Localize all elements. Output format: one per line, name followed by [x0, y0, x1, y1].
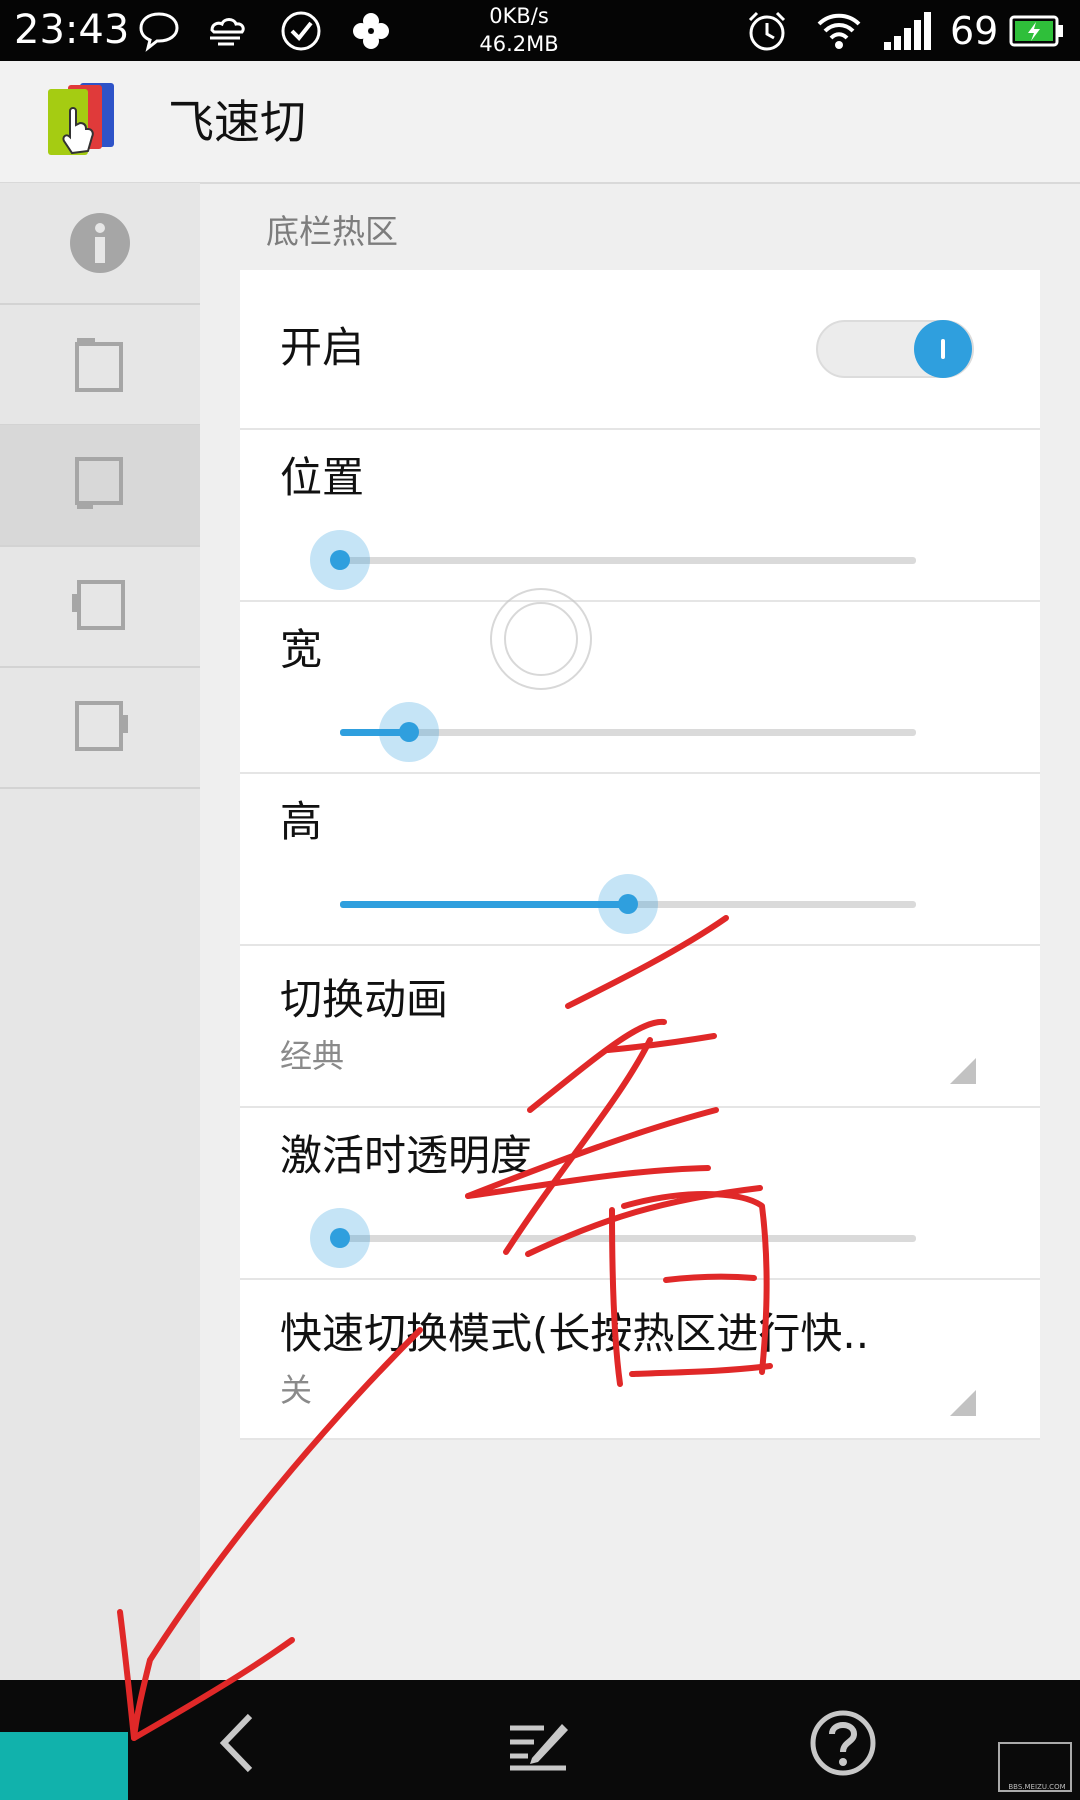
- width-slider[interactable]: [340, 692, 916, 772]
- navigation-bar: BBS.MEIZU.COM: [0, 1680, 1080, 1800]
- check-circle-icon: [281, 11, 321, 51]
- sidebar-item-left-zone[interactable]: [0, 546, 200, 668]
- opacity-label: 激活时透明度: [280, 1131, 533, 1180]
- battery-charging-icon: [1009, 15, 1063, 47]
- position-label: 位置: [280, 453, 365, 502]
- opacity-row: 激活时透明度: [240, 1108, 1040, 1280]
- hotzone-bottom-icon: [75, 457, 123, 509]
- dropdown-corner-icon: [950, 1058, 976, 1084]
- sidebar-item-info[interactable]: [0, 183, 200, 305]
- height-label: 高: [280, 797, 323, 846]
- help-icon[interactable]: [808, 1708, 878, 1778]
- quick-mode-value: 关: [280, 1371, 313, 1409]
- toggle-knob: [914, 320, 972, 378]
- chat-icon: [139, 12, 179, 52]
- app-title: 飞速切: [168, 95, 306, 149]
- status-bar: 23:43 0KB/s 46.2MB 69: [0, 0, 1080, 61]
- watermark-text: BBS.MEIZU.COM: [1008, 1783, 1066, 1791]
- watermark: BBS.MEIZU.COM: [998, 1742, 1072, 1792]
- network-speed: 0KB/s 46.2MB: [474, 2, 564, 58]
- clover-icon: [353, 13, 389, 49]
- position-slider[interactable]: [310, 520, 916, 600]
- status-time: 23:43: [14, 7, 130, 53]
- width-row: 宽: [240, 602, 1040, 774]
- height-slider[interactable]: [340, 864, 916, 944]
- slider-thumb[interactable]: [618, 894, 638, 914]
- hotzone-overlay[interactable]: [0, 1732, 128, 1800]
- hotzone-left-icon: [72, 580, 125, 630]
- net-speed: 0KB/s: [489, 4, 549, 28]
- sidebar: [0, 183, 200, 1680]
- sidebar-item-right-zone[interactable]: [0, 667, 200, 789]
- dropdown-corner-icon: [950, 1390, 976, 1416]
- height-row: 高: [240, 774, 1040, 946]
- section-title: 底栏热区: [266, 212, 398, 251]
- sidebar-item-bottom-zone[interactable]: [0, 425, 200, 547]
- alarm-icon: [748, 11, 786, 51]
- back-icon[interactable]: [204, 1708, 274, 1778]
- position-row: 位置: [240, 430, 1040, 602]
- animation-value: 经典: [280, 1037, 345, 1075]
- enable-row[interactable]: 开启: [240, 270, 1040, 430]
- animation-label: 切换动画: [280, 975, 449, 1024]
- sidebar-item-top-zone[interactable]: [0, 304, 200, 426]
- signal-icon: [884, 12, 931, 50]
- enable-label: 开启: [280, 323, 365, 372]
- cloud-icon: [210, 18, 245, 46]
- quick-mode-row[interactable]: 快速切换模式(长按热区进行快.. 关: [240, 1280, 1040, 1440]
- app-logo-icon: [48, 83, 114, 155]
- wifi-icon: [817, 13, 861, 49]
- app-bar: 飞速切: [0, 61, 1080, 184]
- animation-row[interactable]: 切换动画 经典: [240, 946, 1040, 1108]
- slider-thumb[interactable]: [399, 722, 420, 742]
- hotzone-top-icon: [75, 338, 123, 392]
- width-label: 宽: [280, 625, 323, 674]
- battery-level: 69: [950, 9, 999, 53]
- slider-thumb[interactable]: [330, 550, 350, 570]
- net-total: 46.2MB: [479, 32, 559, 56]
- enable-toggle[interactable]: [816, 320, 974, 378]
- quick-mode-label: 快速切换模式(长按热区进行快..: [280, 1309, 870, 1358]
- edit-icon[interactable]: [504, 1708, 574, 1778]
- opacity-slider[interactable]: [310, 1198, 916, 1278]
- touch-indicator: [490, 588, 592, 690]
- hotzone-right-icon: [75, 701, 128, 751]
- slider-thumb[interactable]: [330, 1228, 350, 1248]
- info-icon: [70, 213, 130, 273]
